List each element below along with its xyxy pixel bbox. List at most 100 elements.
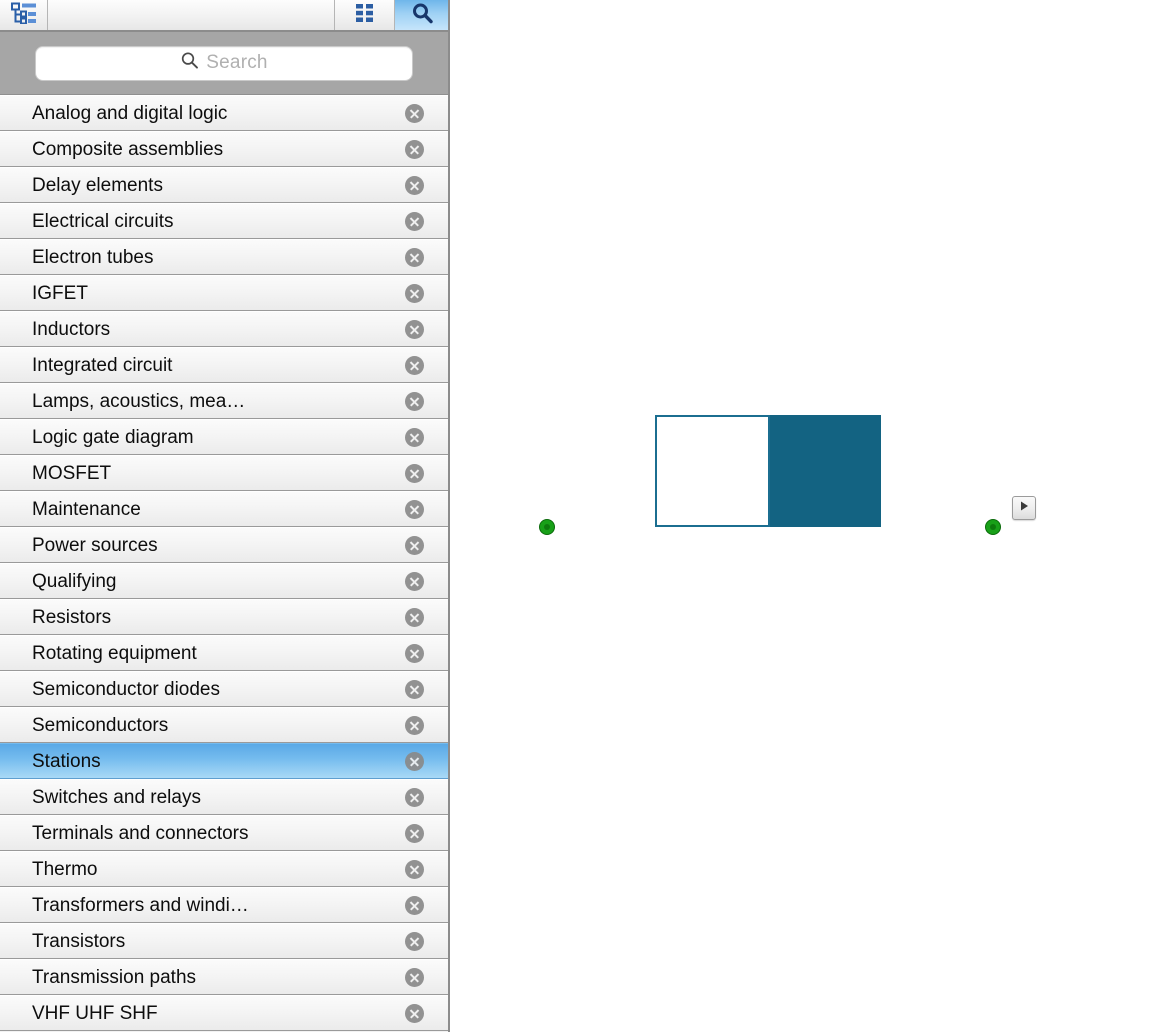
category-row[interactable]: Transformers and windi… <box>0 887 448 923</box>
category-label: Rotating equipment <box>32 643 197 663</box>
category-row[interactable]: Integrated circuit <box>0 347 448 383</box>
category-label: Transistors <box>32 931 126 951</box>
panel-toolbar <box>0 0 448 32</box>
circle-x-icon[interactable] <box>405 355 424 375</box>
category-row[interactable]: Logic gate diagram <box>0 419 448 455</box>
stencil-panel: Search Analog and digital logic Composite… <box>0 0 450 1032</box>
category-label: Electron tubes <box>32 247 154 267</box>
magnifier-icon <box>411 2 433 29</box>
shape-half-right <box>770 415 881 527</box>
category-label: Inductors <box>32 319 111 339</box>
category-row[interactable]: Electron tubes <box>0 239 448 275</box>
category-label: Semiconductors <box>32 715 169 735</box>
shape-two-tone-rectangle[interactable] <box>655 415 881 527</box>
category-label: Semiconductor diodes <box>32 679 220 699</box>
tree-outline-icon <box>10 2 37 29</box>
category-label: Transmission paths <box>32 967 197 987</box>
category-row[interactable]: Transmission paths <box>0 959 448 995</box>
grid-view-icon <box>354 3 376 28</box>
category-list[interactable]: Analog and digital logic Composite assemb… <box>0 95 448 1031</box>
category-row[interactable]: Analog and digital logic <box>0 95 448 131</box>
circle-x-icon[interactable] <box>405 787 424 807</box>
category-row[interactable]: MOSFET <box>0 455 448 491</box>
shape-half-left <box>655 415 770 527</box>
circle-x-icon[interactable] <box>405 679 424 699</box>
grid-view-button[interactable] <box>335 0 395 30</box>
category-row[interactable]: Resistors <box>0 599 448 635</box>
category-row[interactable]: Stations <box>0 743 448 779</box>
category-row[interactable]: Thermo <box>0 851 448 887</box>
category-row[interactable]: Power sources <box>0 527 448 563</box>
category-row[interactable]: Electrical circuits <box>0 203 448 239</box>
connection-point-right[interactable] <box>986 520 1000 534</box>
circle-x-icon[interactable] <box>405 571 424 591</box>
circle-x-icon[interactable] <box>405 319 424 339</box>
circle-x-icon[interactable] <box>405 175 424 195</box>
category-row[interactable]: Qualifying <box>0 563 448 599</box>
category-label: Integrated circuit <box>32 355 173 375</box>
circle-x-icon[interactable] <box>405 139 424 159</box>
circle-x-icon[interactable] <box>405 931 424 951</box>
category-label: Delay elements <box>32 175 163 195</box>
shape-body[interactable] <box>655 415 881 527</box>
search-icon <box>180 51 199 75</box>
category-row[interactable]: VHF UHF SHF <box>0 995 448 1031</box>
category-label: MOSFET <box>32 463 112 483</box>
category-label: Stations <box>32 751 101 771</box>
circle-x-icon[interactable] <box>405 247 424 267</box>
circle-x-icon[interactable] <box>405 427 424 447</box>
circle-x-icon[interactable] <box>405 535 424 555</box>
category-label: Terminals and connectors <box>32 823 249 843</box>
category-label: Switches and relays <box>32 787 201 807</box>
toolbar-empty-segment[interactable] <box>48 0 335 30</box>
category-row[interactable]: Transistors <box>0 923 448 959</box>
search-bar: Search <box>0 32 448 95</box>
circle-x-icon[interactable] <box>405 823 424 843</box>
search-placeholder: Search <box>206 52 268 73</box>
search-view-button[interactable] <box>395 0 448 30</box>
category-label: Qualifying <box>32 571 117 591</box>
tree-view-button[interactable] <box>0 0 48 30</box>
circle-x-icon[interactable] <box>405 859 424 879</box>
category-row[interactable]: Composite assemblies <box>0 131 448 167</box>
category-label: Lamps, acoustics, mea… <box>32 391 246 411</box>
search-input[interactable]: Search <box>35 45 413 81</box>
circle-x-icon[interactable] <box>405 211 424 231</box>
category-row[interactable]: Semiconductor diodes <box>0 671 448 707</box>
category-label: Power sources <box>32 535 158 555</box>
circle-x-icon[interactable] <box>405 715 424 735</box>
category-label: Thermo <box>32 859 98 879</box>
category-label: Composite assemblies <box>32 139 224 159</box>
category-row[interactable]: Delay elements <box>0 167 448 203</box>
category-row[interactable]: Semiconductors <box>0 707 448 743</box>
play-arrow-badge[interactable] <box>1012 496 1036 520</box>
category-row[interactable]: IGFET <box>0 275 448 311</box>
category-row[interactable]: Rotating equipment <box>0 635 448 671</box>
circle-x-icon[interactable] <box>405 499 424 519</box>
circle-x-icon[interactable] <box>405 1003 424 1023</box>
circle-x-icon[interactable] <box>405 391 424 411</box>
category-label: VHF UHF SHF <box>32 1003 158 1023</box>
category-row[interactable]: Lamps, acoustics, mea… <box>0 383 448 419</box>
category-row[interactable]: Switches and relays <box>0 779 448 815</box>
play-triangle-icon <box>1018 499 1030 517</box>
circle-x-icon[interactable] <box>405 643 424 663</box>
circle-x-icon[interactable] <box>405 967 424 987</box>
category-label: Logic gate diagram <box>32 427 194 447</box>
category-row[interactable]: Maintenance <box>0 491 448 527</box>
circle-x-icon[interactable] <box>405 103 424 123</box>
diagram-canvas[interactable] <box>450 0 1162 1032</box>
category-label: IGFET <box>32 283 88 303</box>
circle-x-icon[interactable] <box>405 895 424 915</box>
category-label: Maintenance <box>32 499 141 519</box>
connection-point-left[interactable] <box>540 520 554 534</box>
circle-x-icon[interactable] <box>405 751 424 771</box>
category-row[interactable]: Inductors <box>0 311 448 347</box>
category-label: Electrical circuits <box>32 211 174 231</box>
circle-x-icon[interactable] <box>405 607 424 627</box>
circle-x-icon[interactable] <box>405 283 424 303</box>
circle-x-icon[interactable] <box>405 463 424 483</box>
category-label: Resistors <box>32 607 112 627</box>
category-row[interactable]: Terminals and connectors <box>0 815 448 851</box>
category-label: Analog and digital logic <box>32 103 228 123</box>
